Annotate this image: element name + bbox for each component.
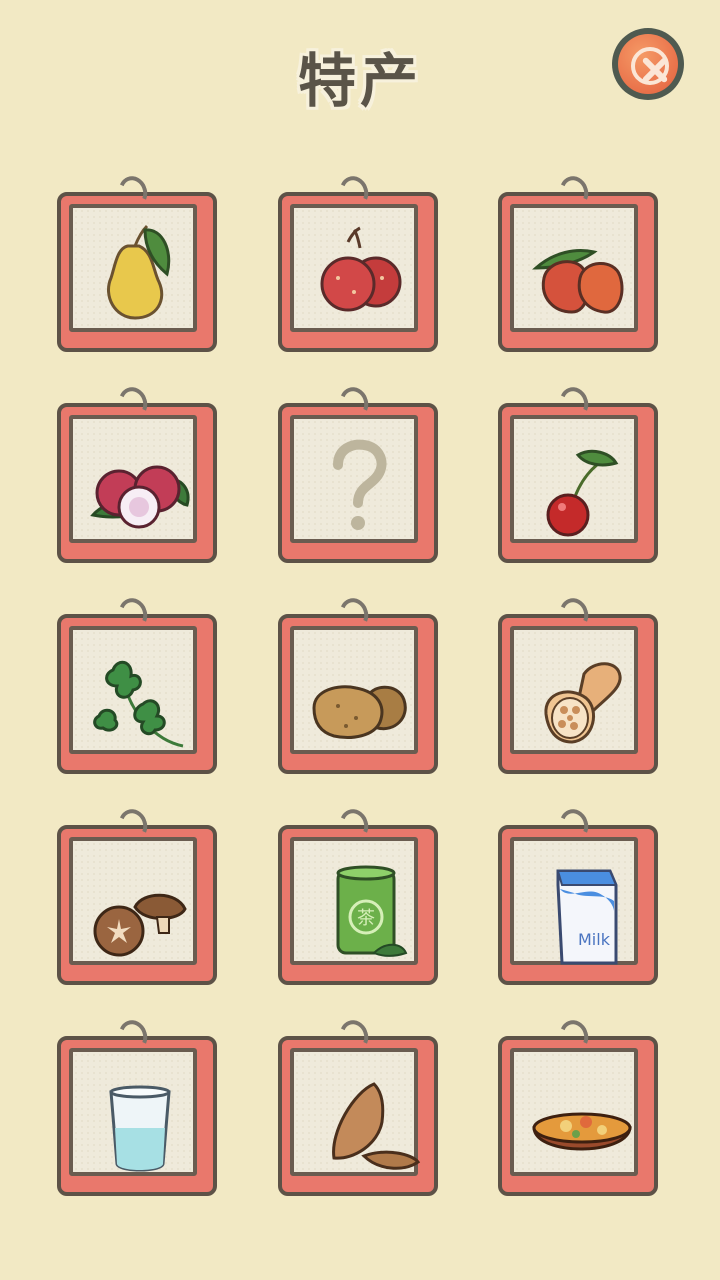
coriander-icon <box>93 660 184 748</box>
question-mark-icon <box>333 439 387 530</box>
close-button[interactable] <box>612 28 684 100</box>
specialty-item-cherry[interactable] <box>498 383 658 563</box>
tea-label: 茶 <box>357 908 375 929</box>
water-glass-icon <box>109 1085 171 1172</box>
specialty-item-potato[interactable] <box>278 594 438 774</box>
specialty-item-tea[interactable]: 茶 <box>278 805 438 985</box>
jujube-icon <box>532 249 624 314</box>
tea-can-icon: 茶 <box>336 865 408 957</box>
specialty-item-stew[interactable] <box>498 1016 658 1196</box>
page-title: 特产 <box>297 47 422 115</box>
specialty-item-coriander[interactable] <box>57 594 217 774</box>
hawthorn-icon <box>320 226 402 312</box>
specialty-item-lychee[interactable] <box>57 383 217 563</box>
shiitake-mushroom-icon <box>93 893 187 957</box>
specialty-item-milk[interactable]: Milk <box>498 805 658 985</box>
milk-carton-icon: Milk <box>556 869 618 965</box>
lotus-root-icon <box>544 662 622 744</box>
milk-label: Milk <box>578 930 611 949</box>
specialty-item-water[interactable] <box>57 1016 217 1196</box>
specialty-item-pear[interactable] <box>57 172 217 352</box>
stew-bowl-icon <box>532 1112 632 1151</box>
specialty-item-locked[interactable] <box>278 383 438 563</box>
specialty-item-shiitake[interactable] <box>57 805 217 985</box>
cherry-icon <box>546 449 619 537</box>
pear-icon <box>107 224 171 320</box>
specialty-item-jujube[interactable] <box>498 172 658 352</box>
lychee-icon <box>90 465 190 529</box>
almond-icon <box>332 1082 421 1170</box>
specialty-item-lotus-root[interactable] <box>498 594 658 774</box>
specialty-item-hawthorn[interactable] <box>278 172 438 352</box>
potato-icon <box>312 685 407 739</box>
close-icon <box>618 34 678 94</box>
specialty-item-almond[interactable] <box>278 1016 438 1196</box>
